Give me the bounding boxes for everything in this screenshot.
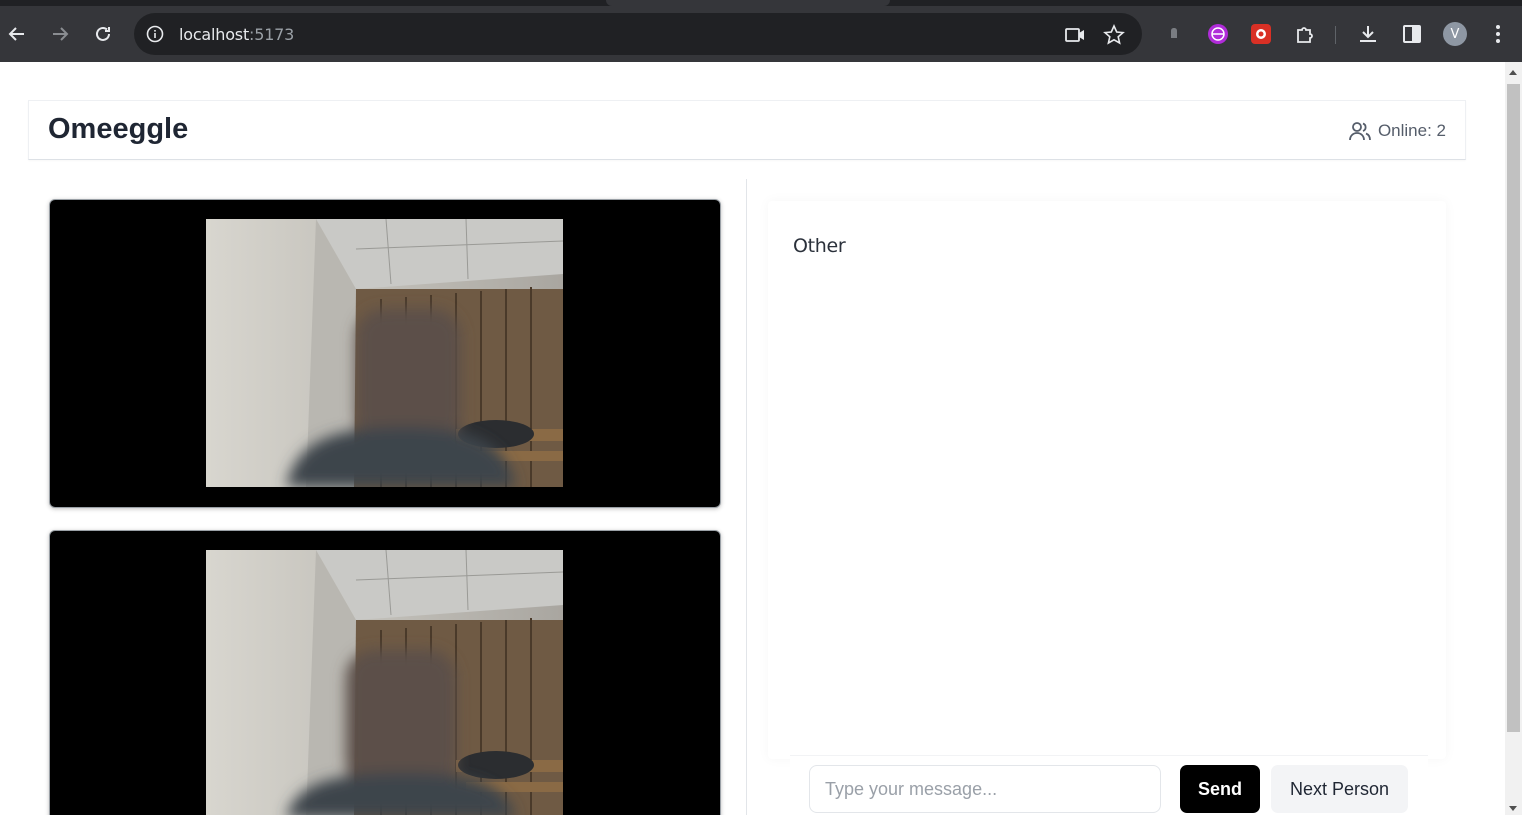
download-icon[interactable] xyxy=(1356,22,1380,46)
online-count: Online: 2 xyxy=(1348,119,1446,143)
message-input[interactable] xyxy=(809,765,1161,813)
sender-label: Other xyxy=(793,235,846,257)
chat-section: Other Send Next Person xyxy=(768,179,1448,815)
app-header: Omeeggle Online: 2 xyxy=(28,100,1466,160)
messages-list xyxy=(793,271,1423,741)
next-person-button[interactable]: Next Person xyxy=(1271,765,1408,813)
star-icon[interactable] xyxy=(1103,24,1125,46)
reload-icon[interactable] xyxy=(91,22,115,46)
back-arrow-icon[interactable] xyxy=(5,22,29,46)
extension-shield-icon[interactable] xyxy=(1162,22,1186,46)
scroll-down-arrow-icon[interactable] xyxy=(1509,806,1517,811)
browser-toolbar: localhost:5173 V xyxy=(0,6,1522,62)
extension-globe-icon[interactable] xyxy=(1206,22,1230,46)
profile-avatar[interactable]: V xyxy=(1443,22,1467,46)
local-video-frame xyxy=(206,550,563,815)
panel-divider xyxy=(746,179,747,815)
address-bar[interactable]: localhost:5173 xyxy=(134,13,1142,55)
side-panel-icon[interactable] xyxy=(1400,22,1424,46)
webcam-feed-image xyxy=(206,219,563,487)
send-button[interactable]: Send xyxy=(1180,765,1260,813)
url-port: :5173 xyxy=(249,25,295,44)
scroll-up-arrow-icon[interactable] xyxy=(1509,70,1517,75)
app-viewport: Omeeggle Online: 2 Other Type your messa… xyxy=(0,62,1505,815)
remote-video xyxy=(49,199,721,508)
url-host: localhost xyxy=(179,25,250,44)
chat-input-bar: Send Next Person xyxy=(790,755,1428,815)
app-title: Omeeggle xyxy=(48,113,189,145)
scrollbar-thumb[interactable] xyxy=(1507,84,1520,732)
url-text: localhost:5173 xyxy=(179,25,294,44)
kebab-menu-icon[interactable] xyxy=(1486,22,1510,46)
webcam-feed-image xyxy=(206,550,563,815)
page-scrollbar[interactable] xyxy=(1505,62,1522,815)
chat-messages-panel[interactable]: Other xyxy=(768,201,1446,759)
local-video xyxy=(49,530,721,815)
forward-arrow-icon[interactable] xyxy=(48,22,72,46)
toolbar-separator xyxy=(1335,26,1336,44)
info-icon[interactable] xyxy=(146,25,164,43)
extensions-puzzle-icon[interactable] xyxy=(1293,22,1317,46)
remote-video-frame xyxy=(206,219,563,487)
users-icon xyxy=(1349,122,1371,141)
extension-red-icon[interactable] xyxy=(1249,22,1273,46)
online-count-label: Online: 2 xyxy=(1377,121,1446,140)
camera-icon[interactable] xyxy=(1064,24,1086,46)
